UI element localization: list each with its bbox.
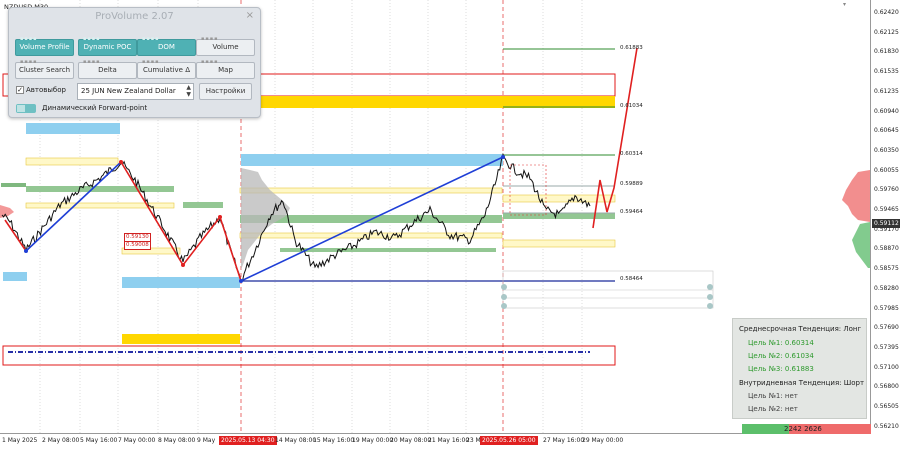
mini-profile [0,205,14,218]
time-tick: 2 May 08:00 [42,437,80,444]
buy-volume-value: 2242 [784,425,802,433]
green-zone-3 [183,202,223,208]
forward-point-label: Динамический Forward-point [42,104,148,112]
time-tick: 21 May 16:00 [428,437,470,444]
cluster-search-button[interactable]: ▪▪▪▪ Cluster Search [15,60,74,79]
price-tick: 0.60055 [874,166,899,174]
yellow-zone-top [240,96,615,108]
price-tick: 0.58575 [874,265,899,273]
price-tick: 0.57395 [874,343,899,351]
time-tick: 19 May 00:00 [352,437,394,444]
current-price-tag: 0.59112 [872,219,900,228]
level-label-4: 0.59889 [620,181,643,187]
time-tick: 29 May 00:00 [582,437,624,444]
autoselect-checkbox[interactable]: ✓ Автовыбор [16,86,66,94]
volume-profile-button[interactable]: ▪▪▪▪ Volume Profile [15,37,74,56]
price-tick: 0.61235 [874,87,899,95]
blue-zone-2 [241,154,503,166]
green-zone-2 [26,186,174,192]
box-label-b: 0.59008 [124,241,151,250]
buy-volume-fill [742,424,789,434]
time-tick: 5 May 16:00 [80,437,118,444]
time-tick: 20 May 08:00 [390,437,432,444]
instrument-select[interactable]: 25 JUN New Zealand Dollar ▲ ▼ [77,83,194,100]
price-tick: 0.62420 [874,9,899,16]
volume-button[interactable]: ▪▪▪▪ Volume [196,37,255,56]
delta-button[interactable]: ▪▪▪▪ Delta [78,60,137,79]
downtrend-line-0 [4,219,27,252]
time-tick: 8 May 08:00 [158,437,196,444]
green-zone-5 [503,213,615,219]
cumulative-delta-button[interactable]: ▪▪▪▪ Cumulative Δ [137,60,196,79]
price-tick: 0.57690 [874,324,899,332]
level-label-3: 0.60314 [620,151,643,157]
trend-info-box: Среднесрочная Тенденция: Лонг Цель №1: 0… [732,318,867,419]
price-tick: 0.59465 [874,206,899,213]
scroll-arrow-icon[interactable]: ▾ [843,1,846,8]
price-tick: 0.60645 [874,127,899,135]
check-icon: ✓ [16,86,24,94]
price-tick: 0.57985 [874,304,899,312]
price-tick: 0.56800 [874,383,899,391]
time-axis[interactable]: 1 May 2025 2 May 08:00 5 May 16:00 7 May 00… [0,433,870,449]
settings-button[interactable]: Настройки [199,83,252,100]
time-tick: 14 May 08:00 [275,437,317,444]
forward-dots [501,284,713,309]
blue-zone-3 [122,277,240,288]
price-tick: 0.61830 [874,48,899,56]
price-tick: 0.58280 [874,284,899,292]
price-tick: 0.60940 [874,107,899,115]
zigzag-line [120,161,242,282]
intraday-target-1: Цель №1: нет [748,392,798,400]
price-tick: 0.60350 [874,146,899,154]
time-tick: 7 May 00:00 [118,437,156,444]
mid-target-3: Цель №3: 0.61883 [748,365,814,373]
dom-button[interactable]: ▪▪▪▪ DOM [137,37,196,56]
forward-point-toggle[interactable] [16,104,36,113]
price-tick: 0.57100 [874,363,899,371]
provolume-panel[interactable]: ProVolume 2.07 × ▪▪▪▪ Volume Profile ▪▪▪▪… [8,7,261,118]
map-button[interactable]: ▪▪▪▪ Map [196,60,255,79]
gray-grid-rect [502,270,714,309]
volume-profile-buy [852,222,870,268]
intraday-trend-heading: Внутридневная Тенденция: Шорт [739,379,865,387]
green-zone-6 [280,248,496,252]
support-box [2,345,616,366]
mid-target-2: Цель №2: 0.61034 [748,352,814,360]
time-tick: 9 May [197,437,216,444]
time-tick: 1 May 2025 [2,437,38,444]
close-icon[interactable]: × [246,10,254,21]
chart-window[interactable]: NZDUSD,M30 ▾ 0.61883 0.61034 0.60314 0.5… [0,0,900,449]
time-marker-tag: 2025.05.13 04:30 [219,436,277,445]
buy-sell-volume-bar: 2242 2626 [742,424,871,434]
level-label-1: 0.61883 [620,45,643,51]
mid-target-1: Цель №1: 0.60314 [748,339,814,347]
price-axis[interactable]: 0.62420 0.62125 0.61830 0.61535 0.61235 0.609… [870,0,900,433]
price-tick: 0.56210 [874,422,899,430]
volume-profile-sell [842,170,870,222]
time-marker-tag: 2025.05.26 05:00 [480,436,538,445]
light-zones [25,157,616,255]
time-tick: 27 May 16:00 [543,437,585,444]
blue-zone-4 [3,272,27,281]
green-zone-1 [1,183,26,187]
level-label-6: 0.58464 [620,276,643,282]
time-tick: 15 May 16:00 [313,437,355,444]
blue-zone-1 [26,123,120,134]
dynamic-poc-button[interactable]: ▪▪▪▪ Dynamic POC [78,37,137,56]
yellow-zone-bottom [122,334,240,344]
intraday-target-2: Цель №2: нет [748,405,798,413]
price-tick: 0.61535 [874,68,899,76]
price-tick: 0.56505 [874,403,899,410]
panel-title: ProVolume 2.07 [95,11,174,22]
time-tick: 23 M [466,437,481,444]
price-tick: 0.59760 [874,186,899,194]
level-label-2: 0.61034 [620,103,643,109]
level-label-5: 0.59464 [620,209,643,215]
price-tick: 0.62125 [874,28,899,36]
sell-volume-value: 2626 [804,425,822,433]
mid-trend-heading: Среднесрочная Тенденция: Лонг [739,325,862,333]
price-tick: 0.58870 [874,245,899,253]
spinner-arrows-icon[interactable]: ▲ ▼ [186,84,191,98]
